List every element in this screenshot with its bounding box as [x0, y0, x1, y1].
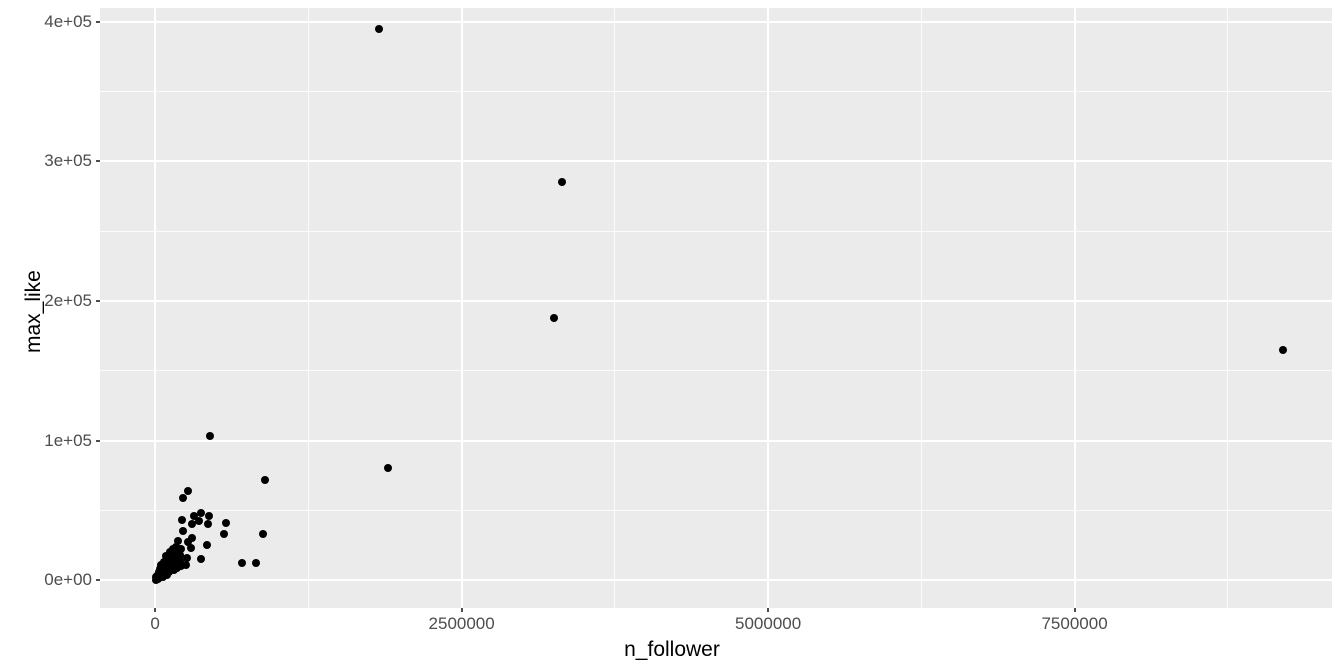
x-tick-label: 7500000	[1005, 614, 1145, 634]
data-point	[558, 178, 566, 186]
scatter-chart: max_like n_follower 0e+00 1e+05 2e+05 3e+05…	[0, 0, 1344, 672]
data-point	[261, 476, 269, 484]
data-point	[184, 487, 192, 495]
data-point	[179, 527, 187, 535]
data-point	[259, 530, 267, 538]
data-point	[178, 516, 186, 524]
data-point	[205, 512, 213, 520]
x-tick-label: 0	[85, 614, 225, 634]
data-point	[152, 573, 160, 581]
y-tick-label: 2e+05	[32, 291, 92, 311]
data-point	[203, 541, 211, 549]
data-point	[550, 314, 558, 322]
data-point	[1279, 346, 1287, 354]
data-point	[204, 520, 212, 528]
data-point	[238, 559, 246, 567]
data-point	[252, 559, 260, 567]
x-tick-label: 5000000	[698, 614, 838, 634]
y-tick-label: 4e+05	[32, 12, 92, 32]
data-point	[375, 25, 383, 33]
y-axis-label: max_like	[22, 270, 46, 353]
data-point	[188, 520, 196, 528]
x-tick-label: 2500000	[392, 614, 532, 634]
plot-area	[100, 8, 1332, 608]
data-point	[197, 555, 205, 563]
data-point	[179, 494, 187, 502]
x-axis-label: n_follower	[0, 638, 1344, 662]
data-point	[222, 519, 230, 527]
data-point	[384, 464, 392, 472]
data-point	[220, 530, 228, 538]
y-tick-label: 1e+05	[32, 431, 92, 451]
y-tick-label: 0e+00	[32, 570, 92, 590]
y-tick-label: 3e+05	[32, 151, 92, 171]
